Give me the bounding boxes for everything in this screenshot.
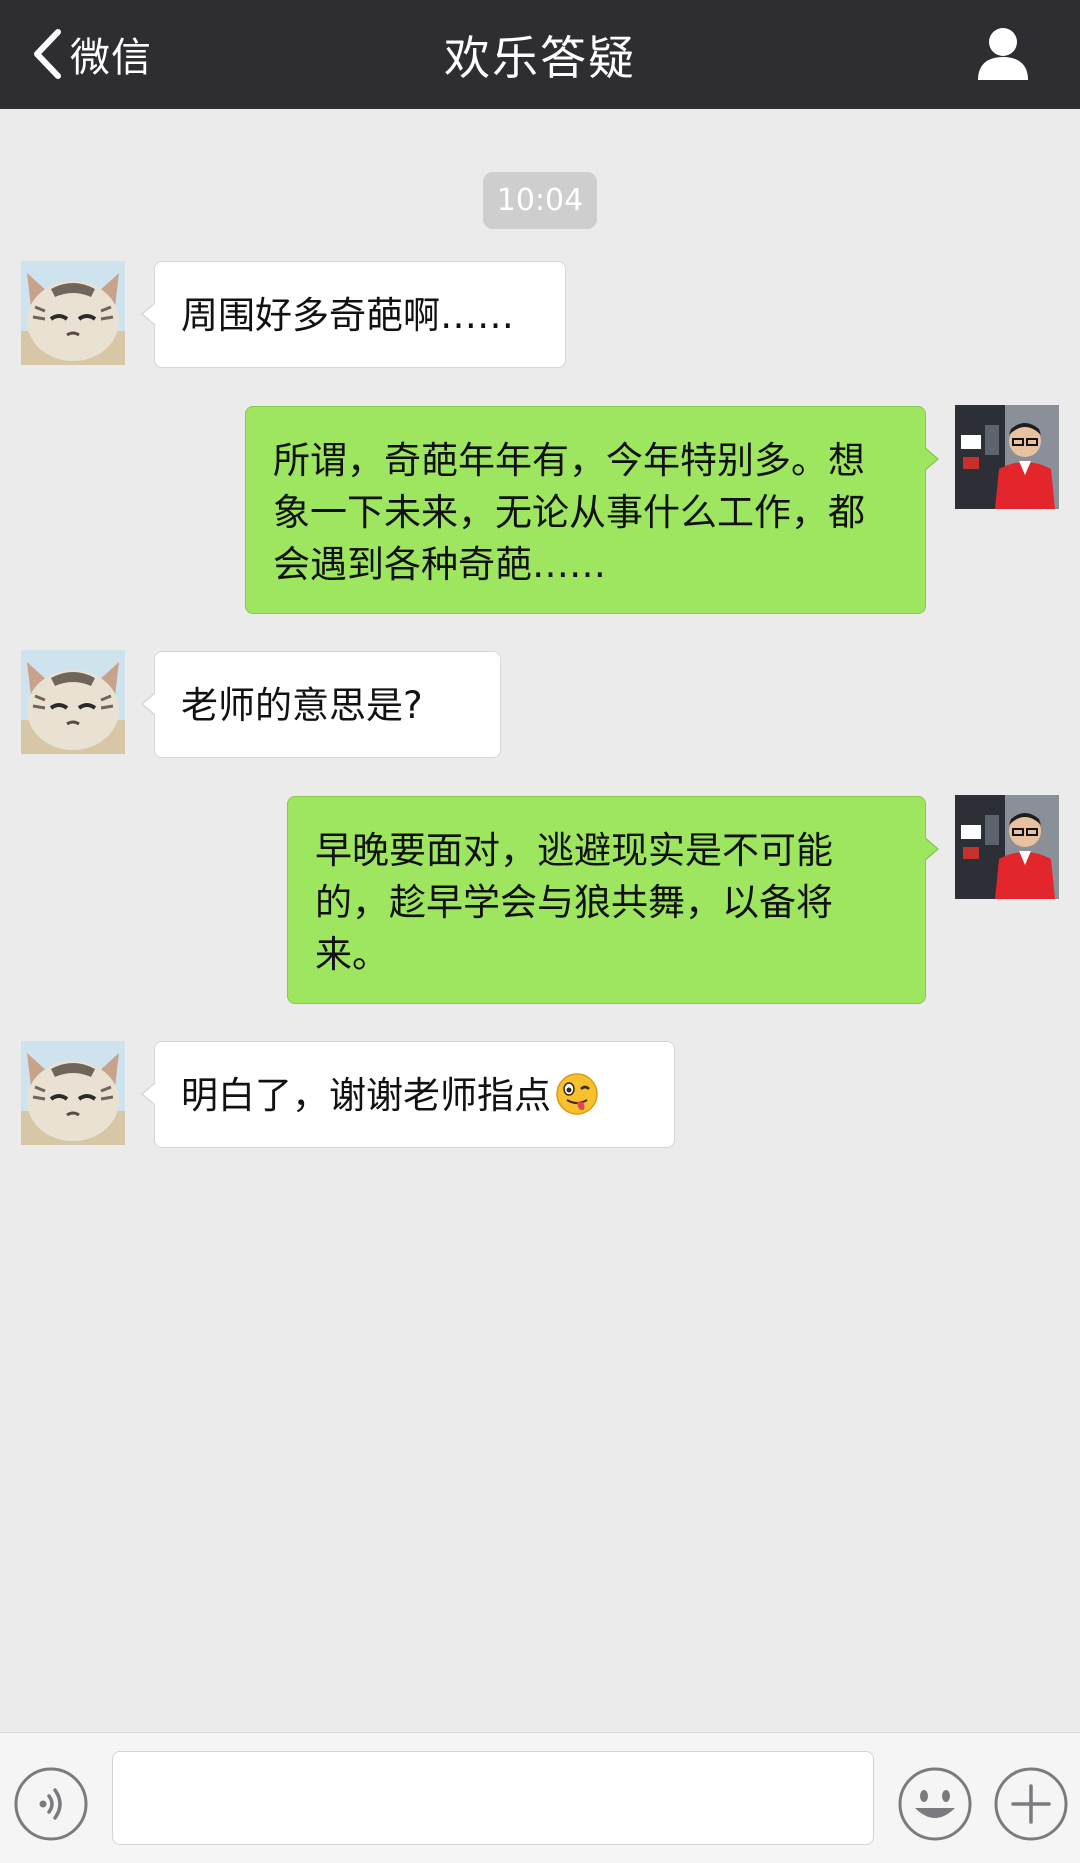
more-button[interactable] — [993, 1766, 1069, 1842]
message-bubble-incoming[interactable]: 明白了，谢谢老师指点 — [141, 1041, 675, 1148]
emoji-button[interactable] — [897, 1766, 973, 1842]
message-text: 所谓，奇葩年年有，今年特别多。想象一下未来，无论从事什么工作，都会遇到各种奇葩…… — [273, 439, 865, 586]
voice-icon — [14, 1767, 88, 1841]
message-text: 早晚要面对，逃避现实是不可能的，趁早学会与狼共舞，以备将来。 — [315, 829, 833, 976]
avatar-cat[interactable] — [21, 261, 125, 365]
winking-tongue-emoji-icon — [555, 1072, 599, 1130]
voice-button[interactable] — [13, 1766, 89, 1842]
cat-avatar-icon — [21, 650, 125, 754]
message-bubble-incoming[interactable]: 周围好多奇葩啊…… — [141, 261, 566, 368]
person-icon — [978, 28, 1028, 80]
nav-header: 微信 欢乐答疑 — [0, 0, 1080, 109]
timestamp-badge: 10:04 — [483, 172, 597, 229]
chat-info-button[interactable] — [976, 26, 1030, 82]
input-bar — [0, 1732, 1080, 1863]
message-text: 周围好多奇葩啊…… — [181, 294, 514, 337]
plus-icon — [994, 1767, 1068, 1841]
avatar-cat[interactable] — [21, 1041, 125, 1145]
message-bubble-outgoing[interactable]: 所谓，奇葩年年有，今年特别多。想象一下未来，无论从事什么工作，都会遇到各种奇葩…… — [245, 406, 939, 614]
message-input[interactable] — [112, 1751, 874, 1845]
cat-avatar-icon — [21, 261, 125, 365]
avatar-cat[interactable] — [21, 650, 125, 754]
teacher-avatar-icon — [955, 795, 1059, 899]
teacher-avatar-icon — [955, 405, 1059, 509]
chat-title: 欢乐答疑 — [444, 30, 636, 85]
message-text: 明白了，谢谢老师指点 — [181, 1074, 551, 1117]
avatar-teacher[interactable] — [955, 405, 1059, 509]
emoji-face-icon — [898, 1767, 972, 1841]
cat-avatar-icon — [21, 1041, 125, 1145]
message-bubble-outgoing[interactable]: 早晚要面对，逃避现实是不可能的，趁早学会与狼共舞，以备将来。 — [287, 796, 939, 1004]
message-bubble-incoming[interactable]: 老师的意思是? — [141, 651, 501, 758]
message-text: 老师的意思是? — [181, 684, 423, 727]
avatar-teacher[interactable] — [955, 795, 1059, 899]
